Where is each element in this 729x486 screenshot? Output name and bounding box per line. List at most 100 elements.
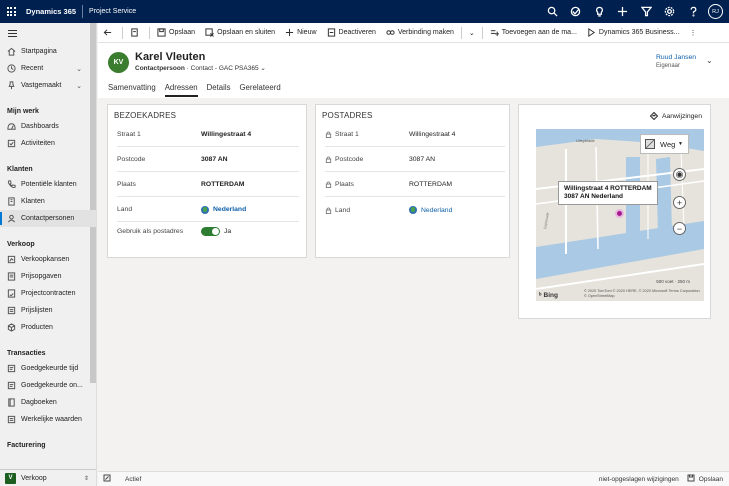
- sidebar-group-title: Facturering: [7, 442, 46, 449]
- form-selector[interactable]: Contact - GAC PSA365: [191, 65, 259, 72]
- sidebar-group-title: Verkoop: [7, 241, 35, 248]
- user-avatar[interactable]: RJ: [708, 4, 723, 19]
- sidebar-item-products[interactable]: Producten: [0, 319, 96, 336]
- hamburger-menu-icon[interactable]: [0, 23, 96, 43]
- field-use-as-postal[interactable]: Gebruik als postadres Ja: [117, 219, 299, 243]
- sidebar-item-actuals[interactable]: Werkelijke waarden: [0, 411, 96, 428]
- header-expand-chevron-icon[interactable]: ⌄: [706, 56, 713, 65]
- connect-icon: [386, 30, 395, 35]
- field-postcode[interactable]: Postcode 3087 AN: [117, 148, 299, 172]
- save-button[interactable]: Opslaan: [152, 23, 200, 43]
- status-save-button[interactable]: Opslaan: [699, 476, 723, 483]
- gear-icon[interactable]: [658, 0, 682, 23]
- save-icon[interactable]: [687, 474, 695, 484]
- sidebar-item-label: Producten: [21, 324, 53, 331]
- sidebar-item-opportunities[interactable]: Verkoopkansen: [0, 251, 96, 268]
- scale-meters: 250 m: [677, 279, 690, 284]
- form-icon-button[interactable]: [125, 23, 147, 43]
- field-value[interactable]: 3087 AN: [201, 156, 228, 163]
- actuals-icon: [7, 415, 16, 424]
- sidebar-item-project-contracts[interactable]: Projectcontracten: [0, 285, 96, 302]
- field-label: Plaats: [117, 181, 136, 188]
- sidebar-item-label: Dagboeken: [21, 399, 57, 406]
- map-type-selector[interactable]: Weg ▼: [640, 134, 689, 154]
- country-lookup[interactable]: Nederland: [201, 205, 246, 214]
- sidebar-item-recent[interactable]: Recent ⌄: [0, 60, 96, 77]
- sidebar-item-dashboards[interactable]: Dashboards: [0, 118, 96, 135]
- area-switcher[interactable]: V Verkoop ⇕: [0, 469, 96, 486]
- tab-details[interactable]: Details: [207, 83, 231, 97]
- location-pin-icon[interactable]: [615, 209, 624, 218]
- sidebar-item-label: Potentiële klanten: [21, 181, 77, 188]
- save-label: Opslaan: [169, 29, 196, 36]
- sidebar-item-home[interactable]: Startpagina: [0, 43, 96, 60]
- sidebar-item-leads[interactable]: Potentiële klanten: [0, 176, 96, 193]
- save-and-close-button[interactable]: Opslaan en sluiten: [200, 23, 280, 43]
- zoom-out-icon[interactable]: −: [673, 222, 686, 235]
- lightbulb-icon[interactable]: [588, 0, 612, 23]
- zoom-in-icon[interactable]: +: [673, 196, 686, 209]
- connect-label: Verbinding maken: [397, 29, 454, 36]
- deactivate-button[interactable]: Deactiveren: [322, 23, 381, 43]
- lock-icon: [325, 206, 332, 214]
- sidebar-item-accounts[interactable]: Klanten: [0, 193, 96, 210]
- deactivate-icon: [327, 28, 335, 37]
- sidebar-item-journals[interactable]: Dagboeken: [0, 394, 96, 411]
- brand-title[interactable]: Dynamics 365: [22, 7, 82, 16]
- field-value[interactable]: Willingestraat 4: [201, 131, 251, 138]
- sidebar-item-activities[interactable]: Activiteiten: [0, 135, 96, 152]
- field-postal-country[interactable]: Land Nederland: [325, 198, 505, 222]
- sidebar-group-title: Transacties: [7, 350, 46, 357]
- more-commands-button[interactable]: ⋮: [684, 23, 701, 43]
- filter-icon[interactable]: [635, 0, 659, 23]
- pricelist-icon: [7, 306, 16, 315]
- road-map-icon: [645, 139, 655, 149]
- field-city[interactable]: Plaats ROTTERDAM: [117, 173, 299, 197]
- use-as-postal-toggle[interactable]: [201, 226, 220, 236]
- toggle-wrapper[interactable]: Ja: [201, 226, 231, 236]
- list-add-icon: [490, 30, 499, 37]
- sidebar-item-quotes[interactable]: Prijsopgaven: [0, 268, 96, 285]
- chevron-down-icon[interactable]: ⌄: [260, 65, 265, 72]
- sidebar-item-approved-time[interactable]: Goedgekeurde tijd: [0, 360, 96, 377]
- sidebar-group-title: Klanten: [7, 166, 33, 173]
- deactivate-label: Deactiveren: [338, 29, 376, 36]
- dashboard-icon: [7, 123, 16, 130]
- app-launcher-icon[interactable]: [0, 0, 22, 23]
- tab-related[interactable]: Gerelateerd: [239, 83, 280, 97]
- field-label-text: Straat 1: [335, 131, 359, 138]
- target-icon[interactable]: [564, 0, 588, 23]
- field-value[interactable]: ROTTERDAM: [201, 181, 244, 188]
- new-button[interactable]: Nieuw: [280, 23, 321, 43]
- tab-summary[interactable]: Samenvatting: [108, 83, 156, 97]
- phone-icon: [7, 180, 16, 188]
- form-tabs: Samenvatting Adressen Details Gerelateer…: [108, 83, 290, 97]
- plus-icon[interactable]: [611, 0, 635, 23]
- directions-button[interactable]: Aanwijzingen: [649, 112, 702, 120]
- back-button[interactable]: [98, 23, 120, 43]
- sidebar-item-contacts[interactable]: Contactpersonen: [0, 210, 96, 227]
- chevron-down-icon: ⌄: [76, 65, 82, 73]
- help-icon[interactable]: [682, 0, 706, 23]
- add-to-marketing-list-button[interactable]: Toevoegen aan de ma...: [485, 23, 582, 43]
- tab-addresses[interactable]: Adressen: [164, 83, 198, 97]
- map-copyright[interactable]: © 2020 TomTom © 2020 HERE, © 2020 Micros…: [584, 289, 702, 299]
- field-postal-city[interactable]: Plaats ROTTERDAM: [325, 173, 505, 197]
- more-chevron-button[interactable]: ⌄: [464, 23, 480, 43]
- locate-me-icon[interactable]: ◉: [673, 168, 686, 181]
- country-lookup[interactable]: Nederland: [409, 206, 452, 214]
- sidebar-item-price-lists[interactable]: Prijslijsten: [0, 302, 96, 319]
- search-icon[interactable]: [541, 0, 565, 23]
- field-postal-postcode[interactable]: Postcode 3087 AN: [325, 148, 505, 172]
- expand-icon[interactable]: [103, 474, 111, 484]
- sidebar-item-approved-expenses[interactable]: Goedgekeurde on...: [0, 377, 96, 394]
- dynamics-business-central-button[interactable]: Dynamics 365 Business...: [582, 23, 685, 43]
- app-name[interactable]: Project Service: [83, 8, 136, 15]
- bing-map[interactable]: Uitsyblade Esplanade Willingstraat 4 ROT…: [536, 129, 704, 301]
- field-label: Land: [325, 207, 409, 214]
- connect-button[interactable]: Verbinding maken: [381, 23, 459, 43]
- field-postal-street1[interactable]: Straat 1 Willingestraat 4: [325, 123, 505, 147]
- owner-link[interactable]: Ruud Jansen: [656, 54, 696, 61]
- field-street1[interactable]: Straat 1 Willingestraat 4: [117, 123, 299, 147]
- sidebar-item-pinned[interactable]: Vastgemaakt ⌄: [0, 77, 96, 94]
